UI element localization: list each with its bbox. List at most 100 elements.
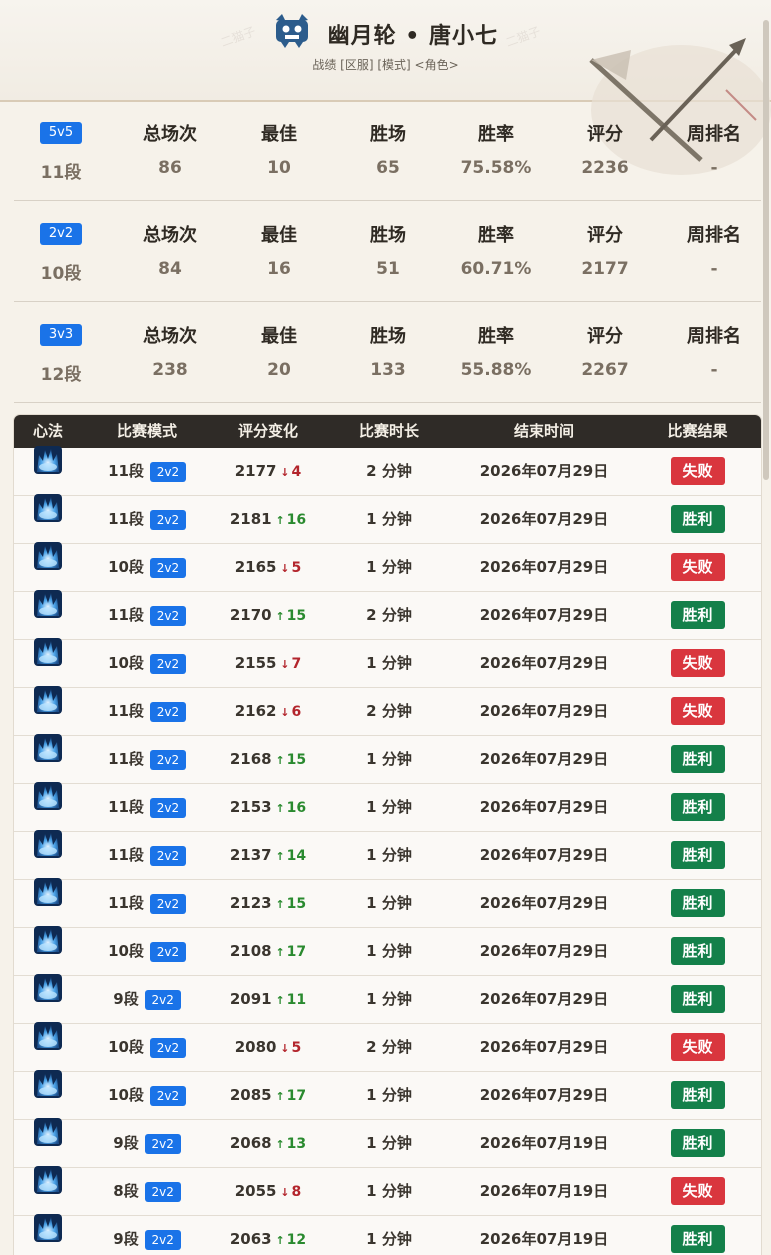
mode-cell: 9段 2v2 xyxy=(82,976,212,1023)
mode-cell: 10段 2v2 xyxy=(82,928,212,975)
arrow-down-icon: ↓ xyxy=(276,562,290,575)
score-delta: 16 xyxy=(286,512,307,528)
table-row[interactable]: 9段 2v2 2068 ↑ 13 1 分钟 2026年07月19日 胜利 xyxy=(14,1118,761,1168)
score-change-cell: 2063 ↑ 12 xyxy=(212,1216,324,1255)
result-cell: 胜利 xyxy=(634,592,761,639)
score-value: 2153 xyxy=(229,798,272,816)
tier-text: 9段 xyxy=(113,1134,139,1152)
lose-badge: 失败 xyxy=(670,457,725,485)
lose-badge: 失败 xyxy=(670,1033,725,1061)
mode-badge: 2v2 xyxy=(149,653,186,674)
mode-cell: 8段 2v2 xyxy=(82,1168,212,1215)
col-score-change-header[interactable]: 评分变化 xyxy=(212,415,324,448)
arrow-up-icon: ↑ xyxy=(271,994,285,1007)
mode-badge: 2v2 xyxy=(149,557,186,578)
tier-text: 11段 xyxy=(108,462,144,480)
duration-cell: 1 分钟 xyxy=(366,558,412,576)
xinfa-flame-icon xyxy=(33,1021,63,1070)
arrow-up-icon: ↑ xyxy=(271,1138,285,1151)
mode-badge: 3v3 xyxy=(40,324,82,346)
end-time-cell: 2026年07月29日 xyxy=(479,606,609,624)
table-row[interactable]: 11段 2v2 2137 ↑ 14 1 分钟 2026年07月29日 胜利 xyxy=(14,829,761,880)
table-row[interactable]: 11段 2v2 2181 ↑ 16 1 分钟 2026年07月29日 胜利 xyxy=(14,494,761,544)
table-row[interactable]: 10段 2v2 2165 ↓ 5 1 分钟 2026年07月29日 失败 xyxy=(14,542,761,592)
stat-label: 总场次 xyxy=(143,326,197,347)
xinfa-flame-icon xyxy=(33,685,63,734)
stat-label: 胜率 xyxy=(478,225,514,246)
mode-cell: 11段 2v2 xyxy=(82,688,212,735)
score-delta: 15 xyxy=(286,752,307,768)
table-row[interactable]: 10段 2v2 2155 ↓ 7 1 分钟 2026年07月29日 失败 xyxy=(14,638,761,688)
mode-cell: 11段 2v2 xyxy=(82,496,212,543)
col-xinfa-header[interactable]: 心法 xyxy=(14,415,82,448)
duration-cell: 1 分钟 xyxy=(366,798,412,816)
arrow-down-icon: ↓ xyxy=(276,466,290,479)
score-value: 2165 xyxy=(234,558,277,576)
table-row[interactable]: 9段 2v2 2091 ↑ 11 1 分钟 2026年07月29日 胜利 xyxy=(14,974,761,1024)
tier-text: 10段 xyxy=(108,558,144,576)
page-header: 幽月轮 • 唐小七 战绩 [区服] [模式] <角色> xyxy=(0,0,771,102)
end-time-cell: 2026年07月29日 xyxy=(479,798,609,816)
end-time-cell: 2026年07月29日 xyxy=(479,558,609,576)
xinfa-cell xyxy=(14,1213,82,1255)
win-badge: 胜利 xyxy=(670,937,725,965)
score-value: 2162 xyxy=(234,702,277,720)
stat-value: 55.88% xyxy=(460,360,532,380)
win-badge: 胜利 xyxy=(670,1129,725,1157)
table-row[interactable]: 11段 2v2 2123 ↑ 15 1 分钟 2026年07月29日 胜利 xyxy=(14,877,761,928)
tier-text: 9段 xyxy=(113,990,139,1008)
col-mode-header[interactable]: 比赛模式 xyxy=(82,415,212,448)
mode-badge: 2v2 xyxy=(144,1181,181,1202)
stat-label: 周排名 xyxy=(687,225,741,246)
stat-value: 238 xyxy=(152,360,188,380)
mode-badge: 2v2 xyxy=(144,1133,181,1154)
duration-cell: 1 分钟 xyxy=(366,1182,412,1200)
table-row[interactable]: 11段 2v2 2153 ↑ 16 1 分钟 2026年07月29日 胜利 xyxy=(14,781,761,832)
table-row[interactable]: 8段 2v2 2055 ↓ 8 1 分钟 2026年07月19日 失败 xyxy=(14,1165,761,1216)
tier-text: 11段 xyxy=(108,894,144,912)
tier-value: 12段 xyxy=(40,365,82,385)
xinfa-flame-icon xyxy=(33,781,63,830)
stat-label: 最佳 xyxy=(261,225,297,246)
table-row[interactable]: 10段 2v2 2108 ↑ 17 1 分钟 2026年07月29日 胜利 xyxy=(14,926,761,976)
xinfa-flame-icon xyxy=(33,1213,63,1255)
stat-block-5v5: 5v5 11段 总场次 86 最佳 10 胜场 65 胜率 75.58% 评分 2236 周排名 - xyxy=(14,100,761,201)
tier-text: 10段 xyxy=(108,1086,144,1104)
mode-badge: 5v5 xyxy=(40,122,82,144)
table-row[interactable]: 11段 2v2 2168 ↑ 15 1 分钟 2026年07月29日 胜利 xyxy=(14,734,761,784)
stat-label: 胜场 xyxy=(370,326,406,347)
table-row[interactable]: 11段 2v2 2170 ↑ 15 2 分钟 2026年07月29日 胜利 xyxy=(14,590,761,640)
xinfa-cell xyxy=(14,974,82,1023)
mode-badge: 2v2 xyxy=(144,1229,181,1250)
score-delta: 15 xyxy=(286,608,307,624)
table-row[interactable]: 11段 2v2 2162 ↓ 6 2 分钟 2026年07月29日 失败 xyxy=(14,685,761,736)
duration-cell: 1 分钟 xyxy=(366,1086,412,1104)
xinfa-flame-icon xyxy=(33,1165,63,1214)
end-time-cell: 2026年07月29日 xyxy=(479,990,609,1008)
table-row[interactable]: 10段 2v2 2080 ↓ 5 2 分钟 2026年07月29日 失败 xyxy=(14,1021,761,1072)
col-duration-header[interactable]: 比赛时长 xyxy=(324,415,454,448)
win-badge: 胜利 xyxy=(670,841,725,869)
table-row[interactable]: 11段 2v2 2177 ↓ 4 2 分钟 2026年07月29日 失败 xyxy=(14,446,761,496)
score-delta: 6 xyxy=(291,704,302,720)
stat-label: 最佳 xyxy=(261,124,297,145)
col-result-header[interactable]: 比赛结果 xyxy=(634,415,761,448)
table-header: 心法 比赛模式 评分变化 比赛时长 结束时间 比赛结果 xyxy=(14,415,761,448)
stat-label: 胜场 xyxy=(370,225,406,246)
duration-cell: 1 分钟 xyxy=(366,1134,412,1152)
end-time-cell: 2026年07月19日 xyxy=(479,1134,609,1152)
stat-label: 周排名 xyxy=(687,326,741,347)
table-row[interactable]: 10段 2v2 2085 ↑ 17 1 分钟 2026年07月29日 胜利 xyxy=(14,1070,761,1120)
score-change-cell: 2068 ↑ 13 xyxy=(212,1120,324,1167)
xinfa-flame-icon xyxy=(33,877,63,926)
tier-text: 8段 xyxy=(113,1182,139,1200)
win-badge: 胜利 xyxy=(670,745,725,773)
stat-value: 51 xyxy=(376,259,400,279)
scrollbar[interactable] xyxy=(763,20,769,480)
xinfa-flame-icon xyxy=(33,829,63,878)
table-row[interactable]: 9段 2v2 2063 ↑ 12 1 分钟 2026年07月19日 胜利 xyxy=(14,1213,761,1255)
result-cell: 胜利 xyxy=(634,784,761,831)
score-delta: 5 xyxy=(291,1040,302,1056)
score-value: 2063 xyxy=(229,1230,272,1248)
col-end-time-header[interactable]: 结束时间 xyxy=(454,415,634,448)
